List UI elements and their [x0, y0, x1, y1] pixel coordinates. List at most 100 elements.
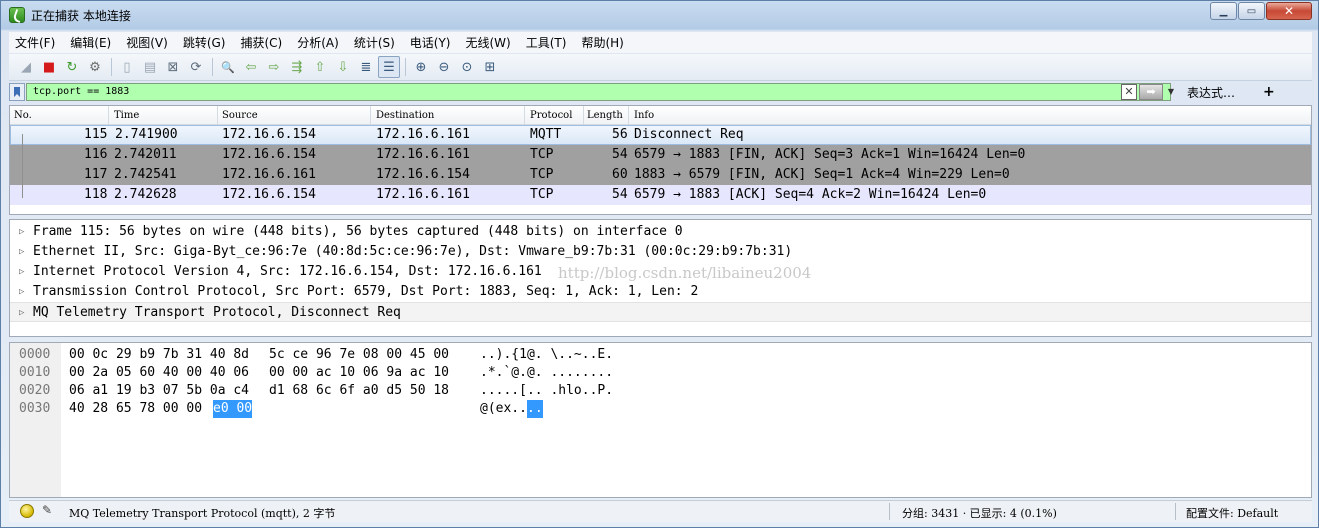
display-filter-input[interactable]: tcp.port == 1883 — [26, 83, 1171, 101]
hex-bytes[interactable]: 40 28 65 78 00 00 — [69, 400, 202, 418]
autoscroll-icon[interactable]: ≣ — [355, 56, 377, 78]
packet-no: 115 — [84, 127, 108, 142]
title-bar: 正在捕获 本地连接 ▁ ▭ ✕ — [1, 1, 1318, 30]
add-filter-button[interactable]: + — [1263, 84, 1275, 100]
packet-destination: 172.16.6.161 — [376, 127, 470, 142]
column-header-no[interactable]: No. — [14, 110, 32, 121]
menu-file[interactable]: 文件(F) — [15, 34, 55, 51]
column-header-destination[interactable]: Destination — [376, 110, 434, 121]
detail-row-frame[interactable]: ▷ Frame 115: 56 bytes on wire (448 bits),… — [10, 222, 1311, 242]
filter-bookmark-icon[interactable] — [9, 83, 25, 101]
detail-row-ethernet[interactable]: ▷ Ethernet II, Src: Giga-Byt_ce:96:7e (40… — [10, 242, 1311, 262]
ascii-bytes[interactable]: .*.`@.@. ........ — [480, 364, 613, 382]
go-last-icon[interactable]: ⇩ — [332, 56, 354, 78]
find-packet-icon[interactable]: 🔍 — [217, 56, 239, 78]
column-separator — [524, 106, 525, 124]
maximize-button[interactable]: ▭ — [1238, 2, 1265, 20]
zoom-out-icon[interactable]: ⊖ — [433, 56, 455, 78]
filter-dropdown-icon[interactable]: ▼ — [1165, 84, 1177, 100]
expand-arrow-icon[interactable]: ▷ — [19, 242, 24, 262]
hex-bytes[interactable]: 06 a1 19 b3 07 5b 0a c4 — [69, 382, 249, 400]
column-header-length[interactable]: Length — [587, 110, 623, 121]
packet-row[interactable]: 117 2.742541 172.16.6.161 172.16.6.154 T… — [10, 165, 1311, 185]
column-header-time[interactable]: Time — [114, 110, 139, 121]
ascii-bytes-selected[interactable]: .. — [527, 400, 543, 418]
main-toolbar: ◢ ■ ↻ ⚙ ▯ ▤ ⊠ ⟳ 🔍 ⇦ ⇨ ⇶ ⇧ ⇩ ≣ ☰ ⊕ ⊖ ⊙ ⊞ — [9, 54, 1312, 81]
go-forward-icon[interactable]: ⇨ — [263, 56, 285, 78]
colorize-icon[interactable]: ☰ — [378, 56, 400, 78]
go-first-icon[interactable]: ⇧ — [309, 56, 331, 78]
conversation-bracket — [22, 134, 23, 198]
hex-bytes[interactable]: 00 2a 05 60 40 00 40 06 — [69, 364, 249, 382]
detail-text: Internet Protocol Version 4, Src: 172.16… — [33, 264, 542, 279]
restart-icon[interactable]: ↻ — [61, 56, 83, 78]
ascii-bytes[interactable]: ..).{1@. \..~..E. — [480, 346, 613, 364]
menu-statistics[interactable]: 统计(S) — [354, 34, 395, 51]
go-to-packet-icon[interactable]: ⇶ — [286, 56, 308, 78]
menu-bar: 文件(F) 编辑(E) 视图(V) 跳转(G) 捕获(C) 分析(A) 统计(S… — [9, 32, 1312, 53]
filter-clear-icon[interactable]: ✕ — [1121, 84, 1137, 100]
menu-help[interactable]: 帮助(H) — [581, 34, 623, 51]
column-header-info[interactable]: Info — [634, 110, 654, 121]
ascii-bytes[interactable]: @(ex.. — [480, 400, 527, 418]
menu-tools[interactable]: 工具(T) — [526, 34, 567, 51]
shark-fin-start-icon[interactable]: ◢ — [15, 56, 37, 78]
edit-comment-icon[interactable]: ✎ — [42, 503, 56, 517]
expand-arrow-icon[interactable]: ▷ — [19, 303, 24, 323]
packet-row[interactable]: 116 2.742011 172.16.6.154 172.16.6.161 T… — [10, 145, 1311, 165]
byte-offset: 0030 — [19, 401, 51, 416]
expand-arrow-icon[interactable]: ▷ — [19, 282, 24, 302]
menu-edit[interactable]: 编辑(E) — [70, 34, 111, 51]
expert-info-led-icon[interactable] — [20, 504, 34, 518]
hex-bytes[interactable]: d1 68 6c 6f a0 d5 50 18 — [269, 382, 449, 400]
packet-source: 172.16.6.154 — [222, 127, 316, 142]
status-profile[interactable]: 配置文件: Default — [1186, 505, 1278, 521]
detail-text: Frame 115: 56 bytes on wire (448 bits), … — [33, 224, 683, 239]
capture-options-icon[interactable]: ⚙ — [84, 56, 106, 78]
menu-telephony[interactable]: 电话(Y) — [410, 34, 451, 51]
ascii-bytes[interactable]: .....[.. .hlo..P. — [480, 382, 613, 400]
packet-protocol: TCP — [530, 187, 554, 202]
open-file-icon[interactable]: ▯ — [116, 56, 138, 78]
column-header-protocol[interactable]: Protocol — [530, 110, 572, 121]
column-header-source[interactable]: Source — [222, 110, 258, 121]
packet-info: 6579 → 1883 [FIN, ACK] Seq=3 Ack=1 Win=1… — [634, 147, 1026, 162]
byte-offset: 0020 — [19, 383, 51, 398]
reload-icon[interactable]: ⟳ — [185, 56, 207, 78]
packet-info: 1883 → 6579 [FIN, ACK] Seq=1 Ack=4 Win=2… — [634, 167, 1010, 182]
detail-row-mqtt[interactable]: ▷ MQ Telemetry Transport Protocol, Discon… — [10, 302, 1311, 322]
status-field-info: MQ Telemetry Transport Protocol (mqtt), … — [69, 507, 336, 520]
toolbar-separator — [405, 58, 406, 76]
packet-source: 172.16.6.161 — [222, 167, 316, 182]
menu-wireless[interactable]: 无线(W) — [466, 34, 511, 51]
close-button[interactable]: ✕ — [1266, 2, 1312, 20]
column-separator — [217, 106, 218, 124]
hex-bytes[interactable]: 00 0c 29 b9 7b 31 40 8d — [69, 346, 249, 364]
hex-bytes-selected[interactable]: e0 00 — [213, 400, 253, 418]
go-back-icon[interactable]: ⇦ — [240, 56, 262, 78]
close-file-icon[interactable]: ⊠ — [162, 56, 184, 78]
expand-arrow-icon[interactable]: ▷ — [19, 222, 24, 242]
expand-arrow-icon[interactable]: ▷ — [19, 262, 24, 282]
packet-info: 6579 → 1883 [ACK] Seq=4 Ack=2 Win=16424 … — [634, 187, 987, 202]
stop-icon[interactable]: ■ — [38, 56, 60, 78]
column-separator — [108, 106, 109, 124]
hex-bytes[interactable]: 5c ce 96 7e 08 00 45 00 — [269, 346, 449, 364]
menu-view[interactable]: 视图(V) — [126, 34, 168, 51]
detail-row-tcp[interactable]: ▷ Transmission Control Protocol, Src Port… — [10, 282, 1311, 302]
menu-go[interactable]: 跳转(G) — [183, 34, 226, 51]
packet-row[interactable]: 118 2.742628 172.16.6.154 172.16.6.161 T… — [10, 185, 1311, 205]
column-separator — [370, 106, 371, 124]
filter-expression-button[interactable]: 表达式… — [1187, 84, 1235, 101]
filter-apply-button[interactable]: ➡ — [1139, 84, 1163, 100]
hex-bytes[interactable]: 00 00 ac 10 06 9a ac 10 — [269, 364, 449, 382]
save-file-icon[interactable]: ▤ — [139, 56, 161, 78]
resize-columns-icon[interactable]: ⊞ — [479, 56, 501, 78]
zoom-in-icon[interactable]: ⊕ — [410, 56, 432, 78]
menu-analyze[interactable]: 分析(A) — [297, 34, 339, 51]
minimize-button[interactable]: ▁ — [1210, 2, 1237, 20]
menu-capture[interactable]: 捕获(C) — [240, 34, 282, 51]
packet-row-selected[interactable]: 115 2.741900 172.16.6.154 172.16.6.161 M… — [10, 125, 1311, 145]
zoom-normal-icon[interactable]: ⊙ — [456, 56, 478, 78]
packet-list-header: No. Time Source Destination Protocol Len… — [10, 106, 1311, 125]
